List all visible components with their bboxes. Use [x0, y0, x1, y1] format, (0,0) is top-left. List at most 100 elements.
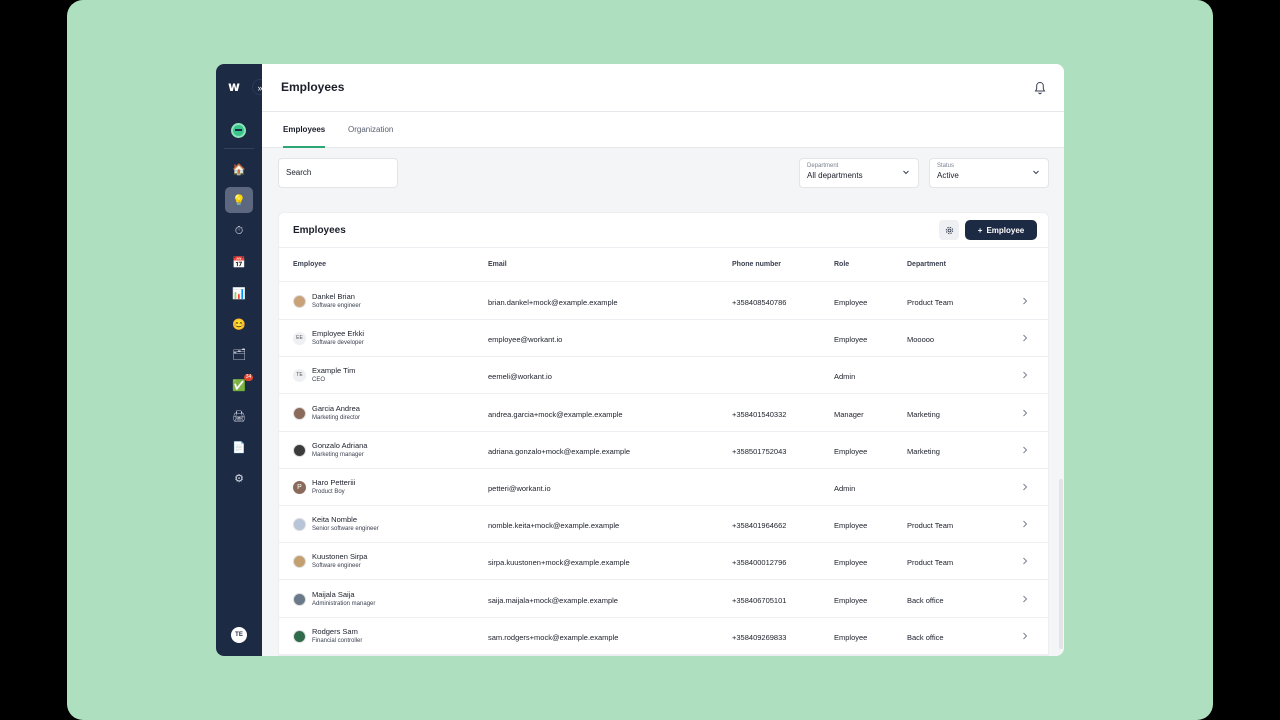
employee-name[interactable]: Keita Nomble — [312, 515, 357, 524]
employee-department: Product Team — [907, 521, 954, 531]
user-avatar[interactable]: TE — [231, 627, 247, 643]
employees-card: Employees + Employee Employee Email Phon… — [278, 212, 1049, 656]
smiley-icon: 😊 — [232, 318, 246, 331]
column-header-phone[interactable]: Phone number — [732, 261, 781, 268]
scrollbar[interactable] — [1059, 479, 1063, 649]
bar-chart-icon: 📊 — [232, 287, 246, 300]
employee-name[interactable]: Dankel Brian — [312, 292, 355, 301]
employee-email: saija.maijala+mock@example.example — [488, 595, 618, 605]
employee-email: andrea.garcia+mock@example.example — [488, 409, 623, 419]
sidebar-item-file[interactable]: 📄 — [225, 434, 253, 460]
employee-name[interactable]: Gonzalo Adriana — [312, 441, 367, 450]
employee-department: Product Team — [907, 298, 954, 307]
column-header-role[interactable]: Role — [834, 261, 849, 268]
bell-icon[interactable] — [1034, 81, 1046, 95]
employee-department: Mooooo — [907, 335, 935, 345]
organization-switcher-icon[interactable] — [231, 123, 246, 138]
chevron-right-icon[interactable] — [1022, 557, 1028, 565]
chevron-right-icon[interactable] — [1022, 483, 1028, 491]
employee-department: Back office — [907, 632, 944, 642]
table-row[interactable]: Gonzalo Adriana Marketing manager adrian… — [279, 432, 1048, 469]
employee-email: brian.dankel+mock@example.example — [488, 298, 618, 307]
employee-name[interactable]: Rodgers Sam — [312, 627, 358, 636]
add-employee-button[interactable]: + Employee — [965, 220, 1037, 240]
table-row[interactable]: Keita Nomble Senior software engineer no… — [279, 506, 1048, 544]
sidebar-item-checkmark[interactable]: ✅ 34 — [225, 372, 253, 398]
employee-title: Software engineer — [312, 563, 361, 570]
employee-avatar: P — [293, 481, 306, 494]
sidebar-item-documents[interactable]: 🗂 — [225, 341, 253, 367]
lightbulb-icon: 💡 — [232, 194, 246, 207]
employee-role: Employee — [834, 298, 868, 307]
employee-name[interactable]: Employee Erkki — [312, 329, 364, 338]
table-row[interactable]: Garcia Andrea Marketing director andrea.… — [279, 395, 1048, 432]
house-icon: 🏠 — [232, 163, 246, 176]
employee-name[interactable]: Kuustonen Sirpa — [312, 552, 367, 561]
tab-employees[interactable]: Employees — [283, 125, 326, 148]
gear-icon — [945, 226, 953, 234]
calendar-icon: 📅 — [232, 256, 246, 269]
tab-organization[interactable]: Organization — [348, 125, 393, 148]
employee-title: Financial controller — [312, 637, 363, 644]
employee-name[interactable]: Maijala Saija — [312, 590, 355, 599]
table-header: Employee Email Phone number Role Departm… — [279, 247, 1048, 282]
sidebar-item-bar-chart[interactable]: 📊 — [225, 280, 253, 306]
table-row[interactable]: P Haro Petteriii Product Boy petteri@wor… — [279, 469, 1048, 506]
table-row[interactable]: Rodgers Sam Financial controller sam.rod… — [279, 618, 1048, 655]
chevron-right-icon[interactable] — [1022, 297, 1028, 305]
chevron-right-icon[interactable] — [1022, 520, 1028, 528]
table-row[interactable]: Maijala Saija Administration manager sai… — [279, 581, 1048, 618]
table-row[interactable]: Kuustonen Sirpa Software engineer sirpa.… — [279, 543, 1048, 581]
employee-name[interactable]: Garcia Andrea — [312, 404, 360, 413]
checkmark-icon: ✅ — [232, 379, 246, 392]
employee-phone: +358408540786 — [732, 298, 787, 307]
sidebar-item-house[interactable]: 🏠 — [225, 156, 253, 182]
employee-phone: +358401964662 — [732, 521, 787, 531]
chevron-right-icon[interactable] — [1022, 595, 1028, 603]
employee-role: Manager — [834, 409, 864, 419]
sidebar-item-stopwatch[interactable]: ⏱ — [225, 218, 253, 244]
department-select-label: Department — [807, 163, 839, 169]
employee-email: adriana.gonzalo+mock@example.example — [488, 446, 631, 456]
department-select[interactable]: Department All departments — [799, 158, 919, 188]
chevron-right-icon[interactable] — [1022, 371, 1028, 379]
chevron-right-icon[interactable] — [1022, 446, 1028, 454]
employee-avatar — [293, 295, 306, 308]
sidebar-item-lightbulb[interactable]: 💡 — [225, 187, 253, 213]
sidebar-divider — [224, 148, 254, 149]
sidebar-item-gear[interactable]: ⚙ — [225, 465, 253, 491]
chevron-right-icon[interactable] — [1022, 632, 1028, 640]
employee-title: CEO — [312, 377, 326, 384]
employee-name[interactable]: Example Tim — [312, 366, 355, 375]
employee-avatar — [293, 629, 306, 643]
table-row[interactable]: TE Example Tim CEO eemeli@workant.io Adm… — [279, 357, 1048, 395]
sidebar-item-smiley[interactable]: 😊 — [225, 311, 253, 337]
sidebar-item-calendar[interactable]: 📅 — [225, 249, 253, 275]
column-header-email[interactable]: Email — [488, 261, 507, 268]
chevron-right-icon[interactable] — [1022, 334, 1028, 342]
app-window: w » 🏠 💡 ⏱ 📅 📊 😊 🗂 ✅ 34 🖨 📄 ⚙ TE Employees Employees… — [216, 64, 1064, 656]
app-logo[interactable]: w — [228, 80, 240, 95]
employee-role: Admin — [834, 372, 856, 382]
tab-bar: Employees Organization — [262, 112, 1064, 148]
sidebar-item-printer[interactable]: 🖨 — [225, 403, 253, 429]
employee-avatar — [293, 592, 306, 606]
employee-title: Marketing manager — [312, 451, 364, 458]
employee-avatar — [293, 518, 306, 532]
employee-name[interactable]: Haro Petteriii — [312, 478, 355, 487]
employee-email: employee@workant.io — [488, 335, 563, 345]
column-header-department[interactable]: Department — [907, 261, 946, 268]
table-row[interactable]: Dankel Brian Software engineer brian.dan… — [279, 283, 1048, 320]
employee-email: petteri@workant.io — [488, 484, 551, 493]
chevron-right-icon[interactable] — [1022, 409, 1028, 417]
documents-icon: 🗂 — [232, 348, 246, 361]
status-select[interactable]: Status Active — [929, 158, 1049, 188]
column-header-employee[interactable]: Employee — [293, 261, 326, 268]
employee-phone: +358401540332 — [732, 409, 787, 419]
employee-role: Employee — [834, 521, 868, 531]
table-settings-button[interactable] — [939, 220, 959, 240]
search-input[interactable]: Search — [278, 158, 398, 188]
employee-phone: +358400012796 — [732, 558, 787, 568]
table-row[interactable]: EE Employee Erkki Software developer emp… — [279, 320, 1048, 358]
employee-role: Employee — [834, 632, 868, 642]
